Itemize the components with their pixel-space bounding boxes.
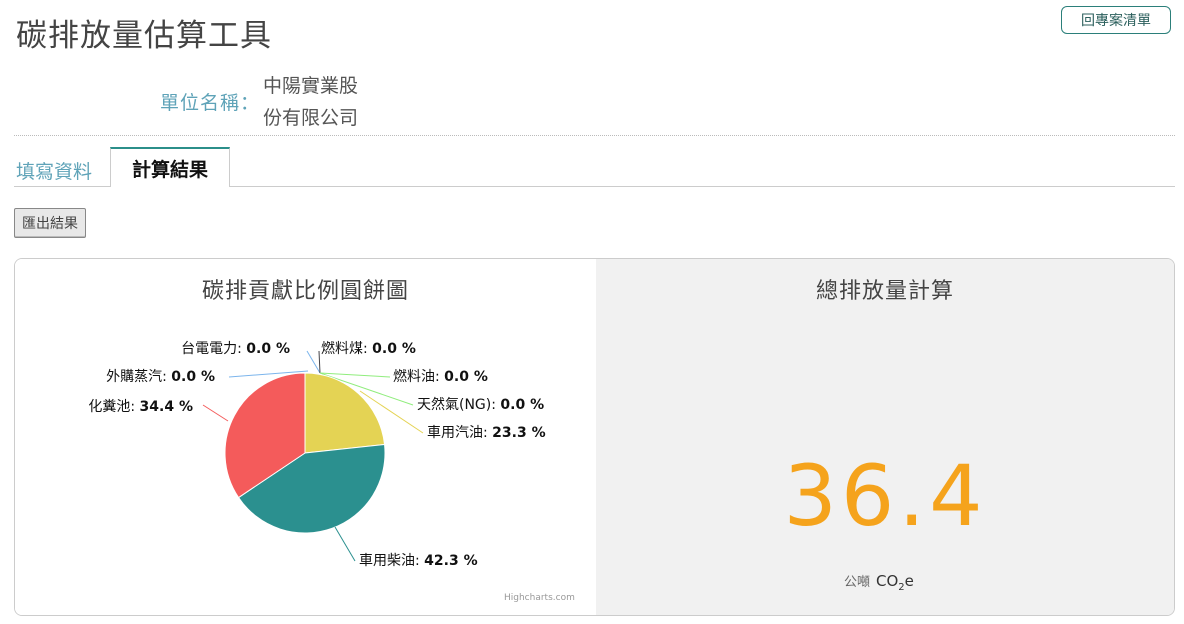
- data-label: 燃料煤: 0.0 %: [321, 340, 416, 357]
- data-label: 燃料油: 0.0 %: [393, 368, 488, 385]
- divider: [14, 135, 1175, 136]
- connector-line: [306, 350, 321, 374]
- unit-co2: CO: [876, 572, 899, 590]
- data-label: 車用柴油: 42.3 %: [359, 552, 478, 569]
- connector-line: [334, 526, 356, 562]
- tab-input-data[interactable]: 填寫資料: [16, 157, 92, 184]
- unit-name-label: 單位名稱：: [160, 92, 261, 114]
- page-title: 碳排放量估算工具: [16, 18, 272, 54]
- tab-results[interactable]: 計算結果: [110, 147, 230, 187]
- connector-line: [202, 404, 229, 422]
- unit-name-value: 中陽實業股 份有限公司: [263, 70, 383, 134]
- export-results-button[interactable]: 匯出結果: [14, 208, 86, 238]
- data-label: 化糞池: 34.4 %: [88, 399, 193, 415]
- pie-chart-pane: 碳排貢獻比例圓餅圖 台電電力: 0.0 % 燃料煤: 0.0 % 燃料油: 0.0 …: [15, 259, 596, 615]
- unit-e: e: [904, 572, 914, 590]
- data-label: 天然氣(NG): 0.0 %: [417, 396, 544, 413]
- data-label: 車用汽油: 23.3 %: [427, 424, 546, 441]
- total-title: 總排放量計算: [815, 279, 954, 304]
- total-unit: 公噸 CO2e: [844, 571, 914, 593]
- total-emission-pane: 總排放量計算 36.4 公噸 CO2e: [596, 259, 1174, 615]
- pie-slice[interactable]: [304, 372, 386, 454]
- back-to-project-list-button[interactable]: 回專案清單: [1061, 6, 1171, 34]
- unit-name-line2: 份有限公司: [263, 107, 359, 129]
- pie-chart: 台電電力: 0.0 % 燃料煤: 0.0 % 燃料油: 0.0 % 天然氣(NG): …: [88, 340, 546, 569]
- highcharts-credits[interactable]: Highcharts.com: [504, 593, 575, 603]
- connector-line: [318, 350, 321, 374]
- unit-tonnes: 公噸: [844, 575, 871, 590]
- data-label: 台電電力: 0.0 %: [181, 341, 290, 357]
- total-value: 36.4: [783, 447, 987, 545]
- results-panel: 碳排貢獻比例圓餅圖 台電電力: 0.0 % 燃料煤: 0.0 % 燃料油: 0.0 …: [14, 258, 1175, 616]
- unit-name-line1: 中陽實業股: [263, 75, 359, 97]
- data-label: 外購蒸汽: 0.0 %: [106, 369, 215, 385]
